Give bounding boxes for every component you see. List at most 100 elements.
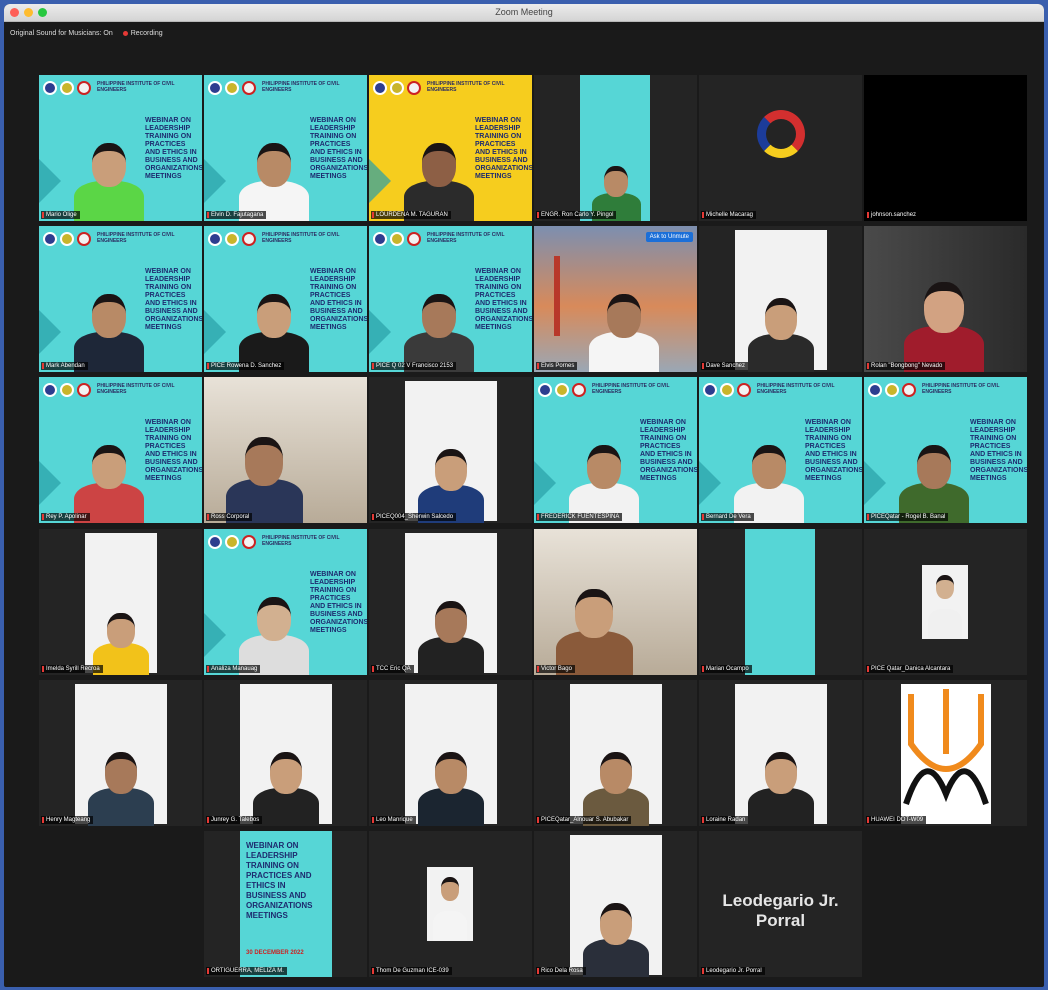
badge-logo-icon [77,232,91,246]
pice-logo-icon [373,232,387,246]
participant-tile[interactable]: WEBINAR ON LEADERSHIP TRAINING ON PRACTI… [204,831,367,977]
participant-face [607,294,641,338]
participant-tile[interactable]: Junrey G. Talebos [204,680,367,826]
participant-name-label: PICE Q 02 V Francisco 2153 [371,362,457,370]
pice-logos [868,383,916,397]
seal-logo-icon [720,383,734,397]
participant-tile[interactable]: Victor Bago [534,529,697,675]
participant-face [245,437,283,486]
participant-tile[interactable]: PHILIPPINE INSTITUTE OF CIVIL ENGINEERS W… [699,377,862,523]
banner-webinar-title: WEBINAR ON LEADERSHIP TRAINING ON PRACTI… [145,268,202,331]
participant-tile[interactable]: Thom De Guzman ICE-039 [369,831,532,977]
participant-name-label: LOURDENA M. TAGURAN [371,211,451,219]
pice-logo-icon [703,383,717,397]
seal-logo-icon [225,535,239,549]
participant-logo-icon [901,684,991,824]
badge-logo-icon [77,383,91,397]
recording-indicator[interactable]: Recording [122,30,163,37]
participant-name-label: Loraine Radan [701,816,749,824]
original-sound-status[interactable]: Original Sound for Musicians: On [10,30,113,37]
participant-name-label: Rolan "Bongbong" Nevado [866,362,946,370]
banner-decoration [369,310,391,354]
pice-logos [373,81,421,95]
banner-org-text: PHILIPPINE INSTITUTE OF CIVIL ENGINEERS [97,232,175,244]
participant-tile[interactable]: PHILIPPINE INSTITUTE OF CIVIL ENGINEERS W… [39,226,202,372]
participant-tile[interactable]: Marian Ocampo [699,529,862,675]
participant-tile[interactable]: Rolan "Bongbong" Nevado [864,226,1027,372]
participant-tile[interactable]: PHILIPPINE INSTITUTE OF CIVIL ENGINEERS W… [39,377,202,523]
participant-tile[interactable]: johnson.sanchez [864,75,1027,221]
participant-face [422,294,456,338]
participant-display-name: Leodegario Jr. Porral [722,891,839,930]
banner-webinar-title: WEBINAR ON LEADERSHIP TRAINING ON PRACTI… [970,419,1027,482]
badge-logo-icon [572,383,586,397]
participant-tile[interactable]: Dave Sanchez [699,226,862,372]
seal-logo-icon [225,232,239,246]
participant-name-label: PICEQatar - Rogel B. Banal [866,513,949,521]
banner-webinar-title: WEBINAR ON LEADERSHIP TRAINING ON PRACTI… [310,571,367,634]
badge-logo-icon [407,81,421,95]
participant-tile[interactable]: Henry Magteang [39,680,202,826]
pice-logo-icon [868,383,882,397]
participant-tile[interactable]: PHILIPPINE INSTITUTE OF CIVIL ENGINEERS W… [204,226,367,372]
pice-logo-icon [373,81,387,95]
banner-decoration [699,461,721,505]
banner-org-text: PHILIPPINE INSTITUTE OF CIVIL ENGINEERS [262,232,340,244]
participant-logo-icon [757,110,805,158]
pice-logos [43,81,91,95]
participant-tile[interactable]: PICEQ004_Sherwin Salcedo [369,377,532,523]
participant-tile[interactable]: PHILIPPINE INSTITUTE OF CIVIL ENGINEERS W… [369,226,532,372]
participant-name-label: PICEQ004_Sherwin Salcedo [371,513,457,521]
participant-tile[interactable]: Michelle Macarag [699,75,862,221]
participant-face [604,166,628,198]
participant-name-label: FREDERICK FUENTESPINA [536,513,623,521]
seal-logo-icon [60,81,74,95]
participant-name-label: HUAWEI DOT-W09 [866,816,927,824]
pice-logos [208,535,256,549]
pice-logo-icon [208,535,222,549]
participant-tile[interactable]: PHILIPPINE INSTITUTE OF CIVIL ENGINEERS W… [39,75,202,221]
participant-tile[interactable]: PICEQatar_Alnouar S. Abubakar [534,680,697,826]
participant-tile[interactable]: HUAWEI DOT-W09 [864,680,1027,826]
banner-webinar-title: WEBINAR ON LEADERSHIP TRAINING ON PRACTI… [640,419,697,482]
participant-tile[interactable]: Ask to Unmute Elvis Pornes [534,226,697,372]
banner-decoration [864,461,886,505]
participant-tile[interactable]: PICE Qatar_Danica Alcantara [864,529,1027,675]
participant-tile[interactable]: PHILIPPINE INSTITUTE OF CIVIL ENGINEERS W… [864,377,1027,523]
banner-webinar-title: WEBINAR ON LEADERSHIP TRAINING ON PRACTI… [310,268,367,331]
banner-org-text: PHILIPPINE INSTITUTE OF CIVIL ENGINEERS [592,383,670,395]
participant-name-label: PICEQatar_Alnouar S. Abubakar [536,816,632,824]
participant-tile[interactable]: Imelda Syrill Recroa [39,529,202,675]
participant-face [92,294,126,338]
participant-face [434,751,468,794]
participant-name-label: Imelda Syrill Recroa [41,665,103,673]
participant-tile[interactable]: TCC Eric QA [369,529,532,675]
participant-tile[interactable]: Leodegario Jr. Porral Leodegario Jr. Porr… [699,831,862,977]
ask-to-unmute-button[interactable]: Ask to Unmute [645,232,693,242]
participant-tile[interactable]: PHILIPPINE INSTITUTE OF CIVIL ENGINEERS W… [204,75,367,221]
seal-logo-icon [60,232,74,246]
pice-logos [538,383,586,397]
participant-tile[interactable]: Loraine Radan [699,680,862,826]
participant-face [257,597,291,641]
window-title: Zoom Meeting [495,7,553,17]
banner-webinar-title: WEBINAR ON LEADERSHIP TRAINING ON PRACTI… [475,117,532,180]
participant-face [587,445,621,489]
participant-tile[interactable]: PHILIPPINE INSTITUTE OF CIVIL ENGINEERS W… [204,529,367,675]
participant-tile[interactable]: Rico Dela Rosa [534,831,697,977]
participant-name-label: ORTIGUERRA, MELIZA M. [206,967,287,975]
participant-face [422,143,456,187]
bridge-background [554,256,560,336]
participant-tile[interactable]: Leo Manrique [369,680,532,826]
participant-tile[interactable]: Ross Corporal [204,377,367,523]
participant-tile[interactable]: PHILIPPINE INSTITUTE OF CIVIL ENGINEERS W… [534,377,697,523]
badge-logo-icon [242,535,256,549]
participant-face [924,282,964,333]
participant-name-label: Leodegario Jr. Porral [701,967,765,975]
pice-logos [373,232,421,246]
participant-tile[interactable]: ENGR. Ron Carlo Y. Pingol [534,75,697,221]
participant-tile[interactable]: PHILIPPINE INSTITUTE OF CIVIL ENGINEERS W… [369,75,532,221]
participant-face [257,143,291,187]
participant-name-label: Ross Corporal [206,513,253,521]
participant-name-label: Junrey G. Talebos [206,816,263,824]
